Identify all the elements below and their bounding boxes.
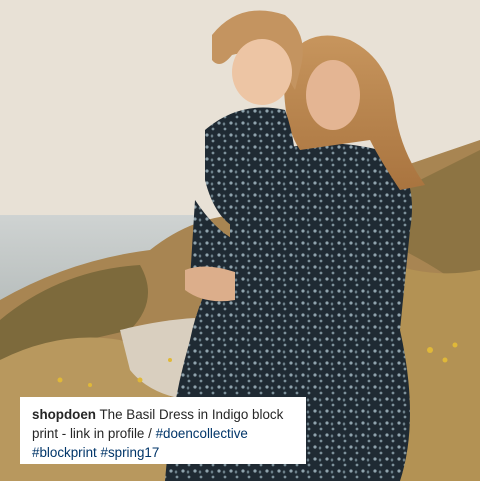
post-caption: shopdoen The Basil Dress in Indigo block… xyxy=(20,397,306,464)
hashtag-blockprint[interactable]: #blockprint xyxy=(32,445,97,460)
woman-face xyxy=(306,60,360,130)
child-face xyxy=(232,39,292,105)
hashtag-doencollective[interactable]: #doencollective xyxy=(156,426,248,441)
username-link[interactable]: shopdoen xyxy=(32,407,96,422)
hashtag-spring17[interactable]: #spring17 xyxy=(101,445,160,460)
child-shirt xyxy=(205,107,297,230)
post-photo: shopdoen The Basil Dress in Indigo block… xyxy=(0,0,480,481)
